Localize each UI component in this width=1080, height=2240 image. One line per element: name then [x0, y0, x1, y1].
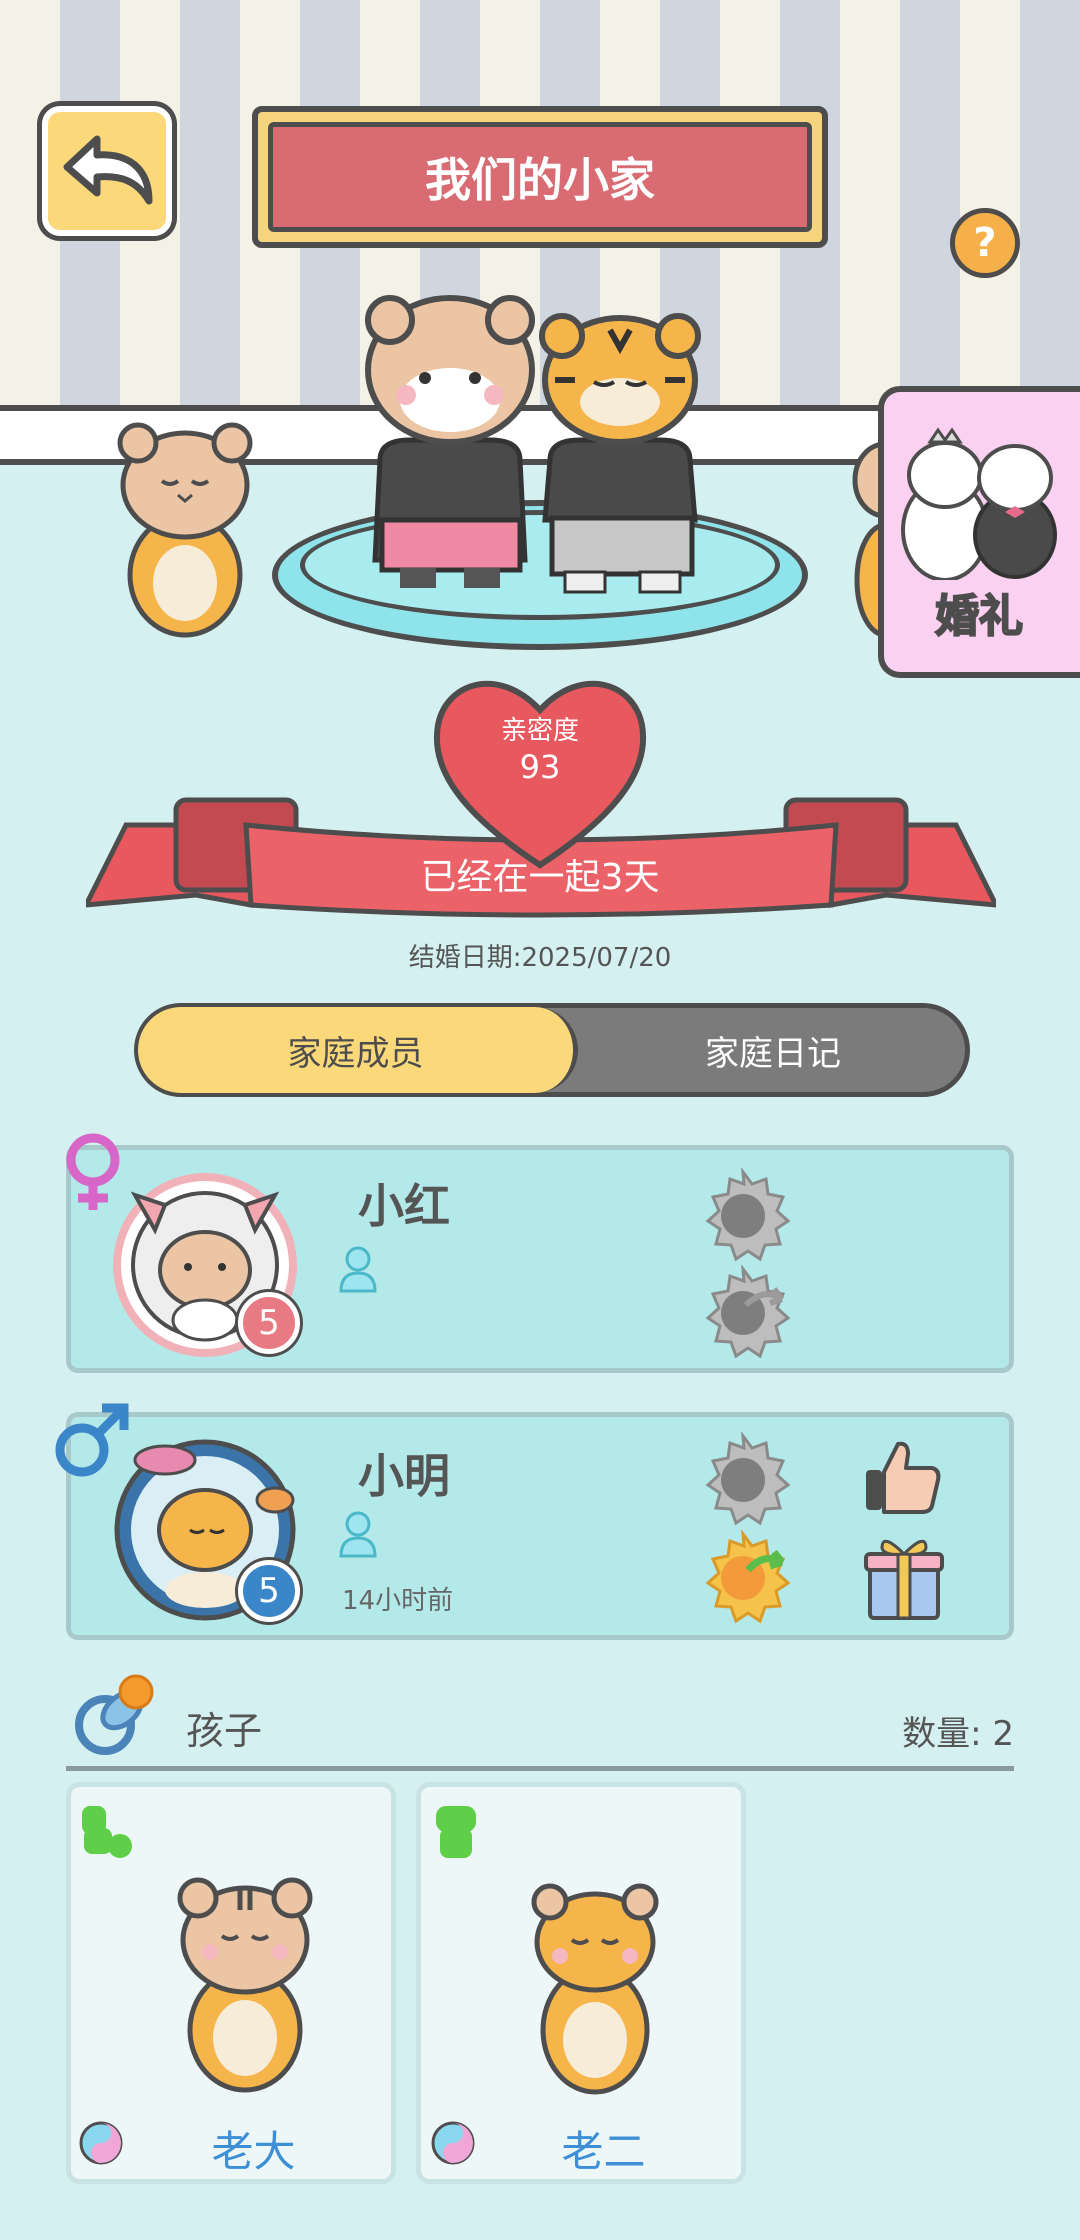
page-title: 我们的小家	[268, 122, 812, 232]
tab-family-members[interactable]: 家庭成员	[138, 1007, 578, 1093]
marriage-date: 结婚日期:2025/07/20	[408, 943, 672, 973]
person-icon	[339, 1511, 377, 1558]
pacifier-icon	[75, 1674, 154, 1755]
tab-family-diary[interactable]: 家庭日记	[580, 1007, 966, 1093]
member-name: 小红	[358, 1179, 450, 1233]
children-count: 数量: 2	[902, 1714, 1014, 1754]
wedding-bears-illustration	[901, 427, 1057, 580]
share-gear-icon[interactable]	[696, 1265, 790, 1359]
child-name: 老大	[211, 2127, 296, 2176]
left-tiger-character	[117, 422, 253, 638]
child-character-hamster	[531, 1883, 659, 2095]
together-days: 已经在一起3天	[420, 857, 660, 898]
intimacy-value: 93	[519, 748, 561, 786]
child-status-icon	[82, 1806, 132, 1858]
couple-characters	[365, 295, 701, 594]
gift-icon[interactable]	[862, 1530, 946, 1624]
share-sun-icon[interactable]	[696, 1530, 790, 1624]
intimacy-label: 亲密度	[500, 716, 579, 746]
level-badge: 5	[238, 1292, 300, 1354]
section-divider	[66, 1766, 1014, 1771]
back-button[interactable]	[42, 106, 172, 236]
help-button[interactable]: ?	[950, 208, 1020, 278]
status-gear-icon[interactable]	[696, 1168, 790, 1262]
child-name: 老二	[561, 2127, 646, 2176]
person-icon	[339, 1246, 377, 1293]
children-title: 孩子	[186, 1709, 263, 1753]
last-online-time: 14小时前	[342, 1586, 454, 1616]
member-name: 小明	[358, 1449, 450, 1503]
child-character-tiger	[177, 1877, 313, 2093]
thumbs-up-icon[interactable]	[862, 1436, 942, 1516]
status-gear-icon[interactable]	[696, 1432, 790, 1526]
back-arrow-icon	[63, 135, 153, 205]
wedding-label: 婚礼	[934, 590, 1024, 643]
level-badge: 5	[238, 1560, 300, 1622]
child-status-icon	[436, 1806, 476, 1858]
